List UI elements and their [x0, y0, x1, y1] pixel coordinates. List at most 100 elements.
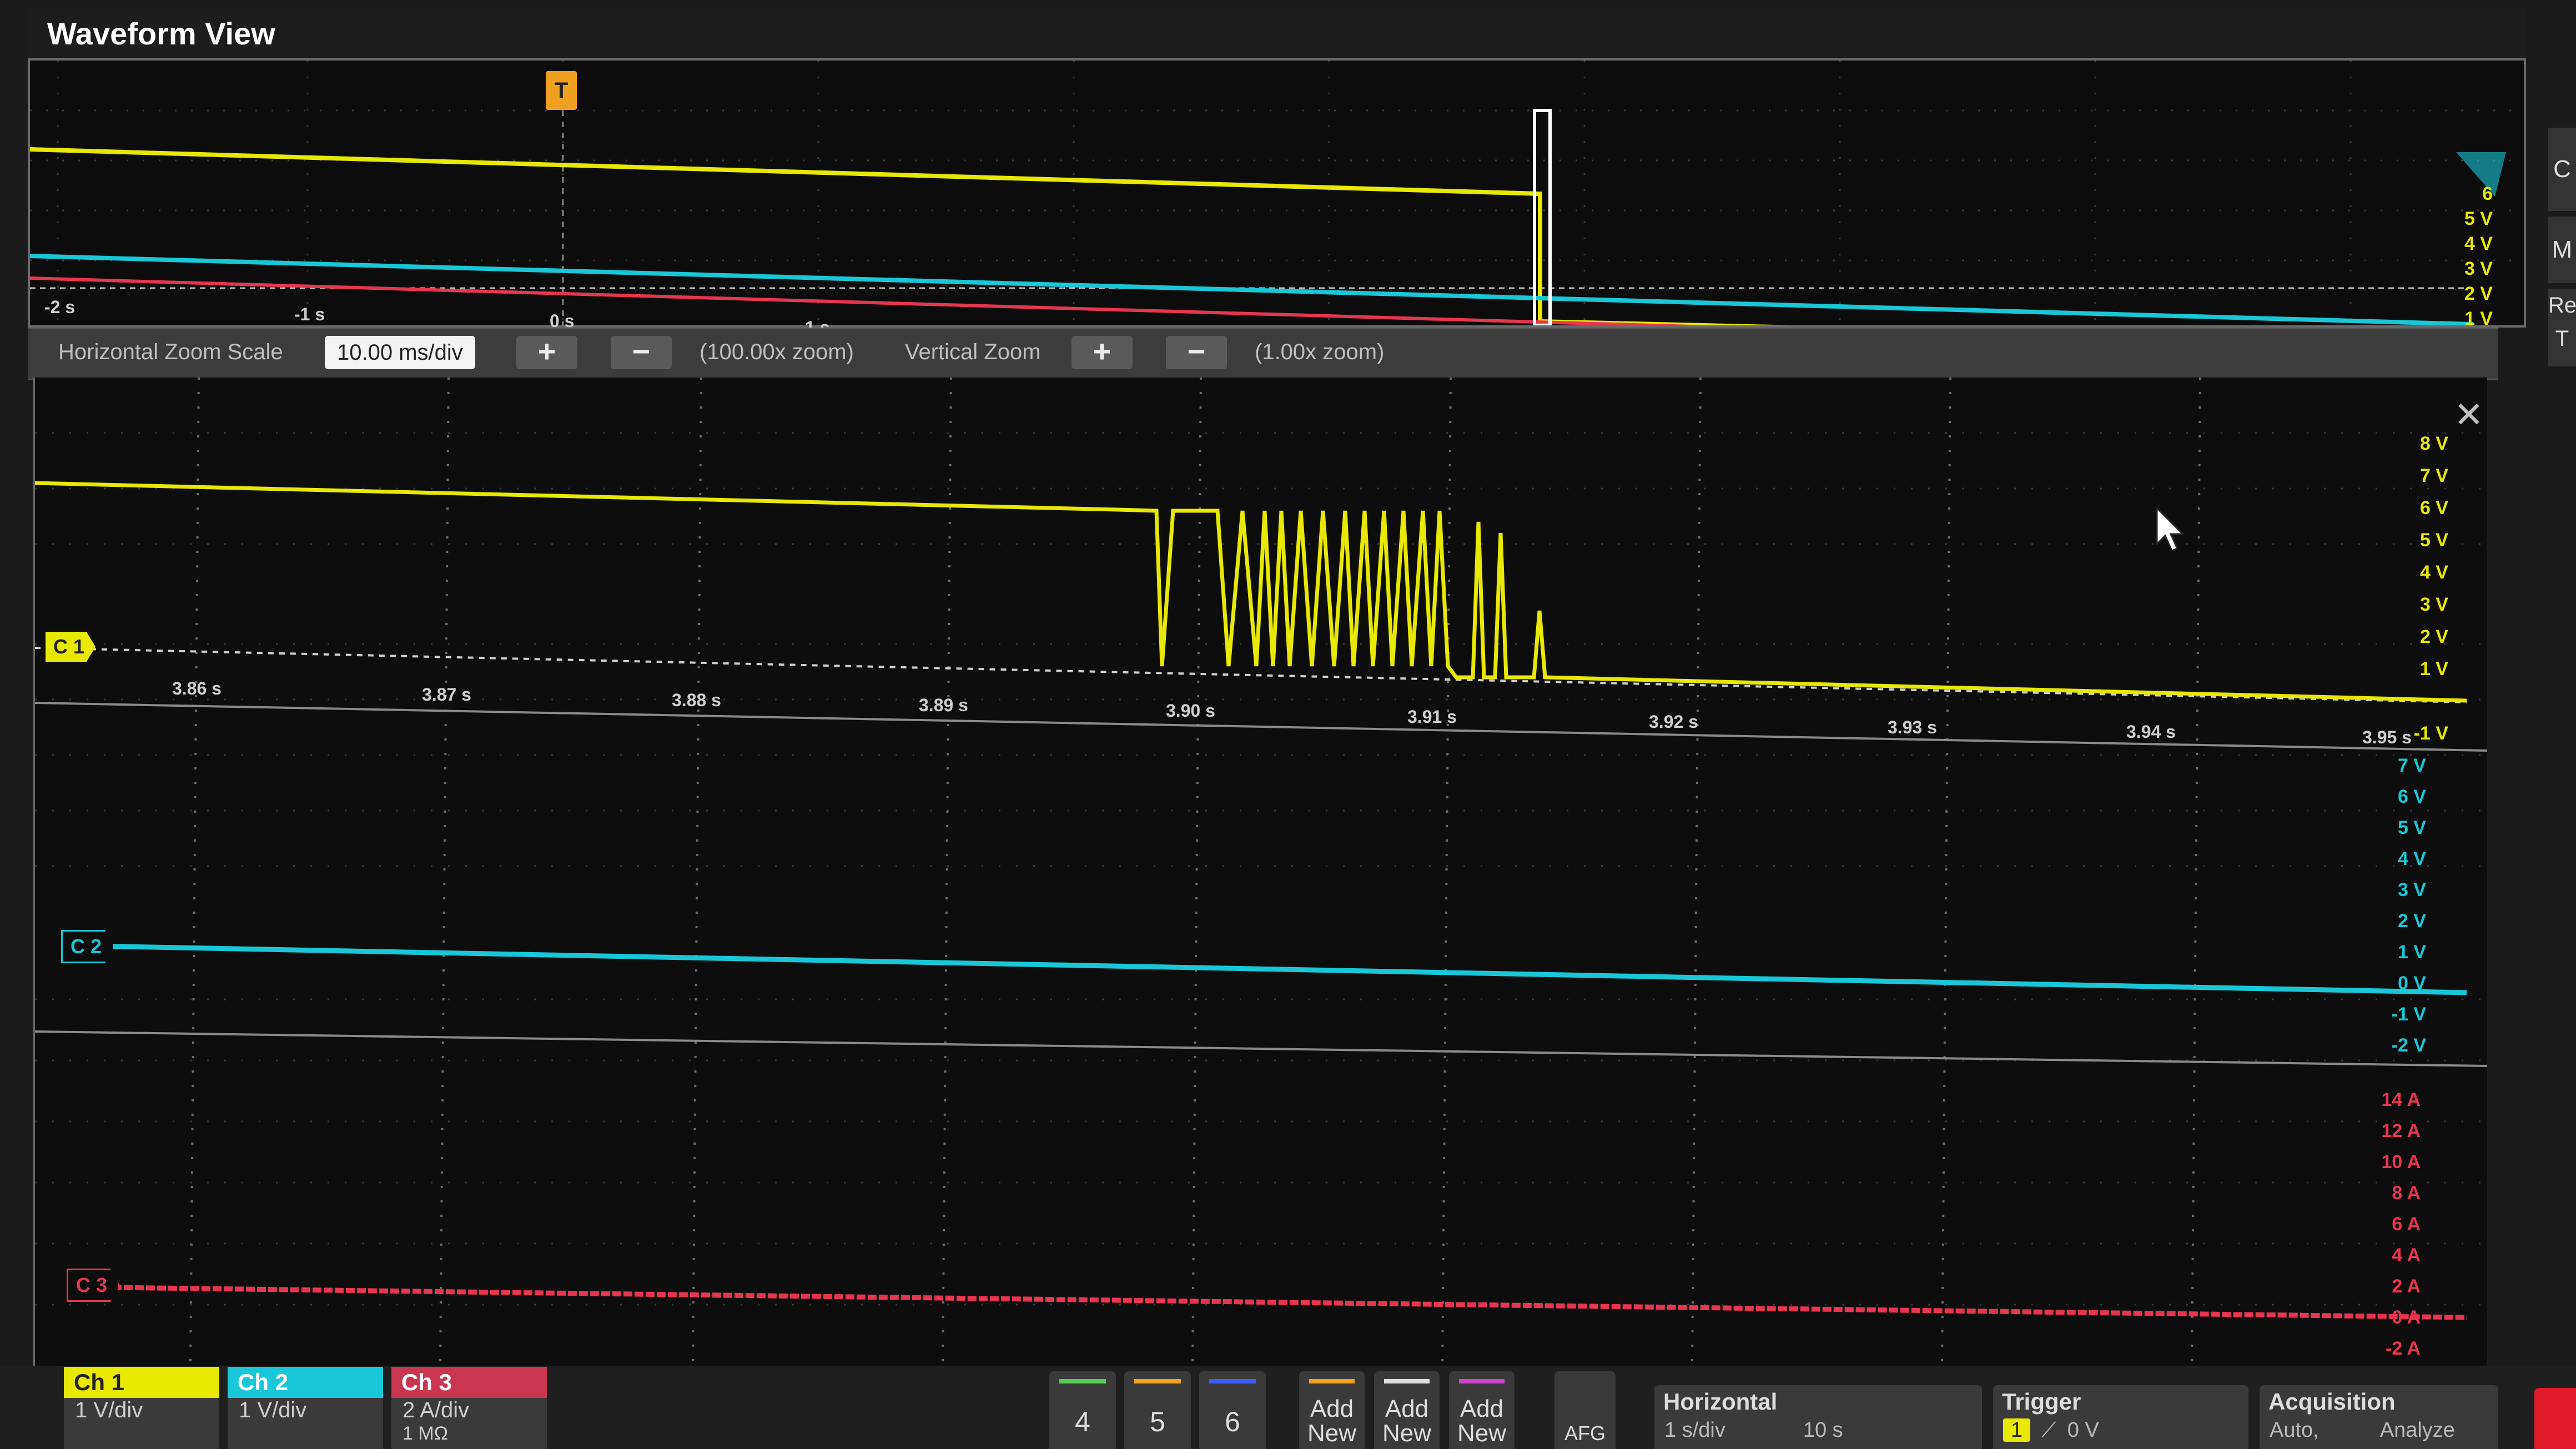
ch2-volt-label: 0 V — [2397, 973, 2426, 994]
zoom-time-label: 3.94 s — [2126, 722, 2176, 742]
side-tab[interactable]: Re T — [2548, 289, 2576, 366]
ch1-volt-label: 1 V — [2419, 658, 2448, 680]
ch2-volt-label: 5 V — [2397, 817, 2426, 838]
overview-volt-label: 5 V — [2464, 208, 2493, 229]
ch1-badge-title: Ch 1 — [64, 1367, 219, 1398]
add-ref-stripe — [1384, 1379, 1430, 1383]
overview-time-label: -1 s — [294, 304, 325, 324]
channel-6-label: 6 — [1225, 1406, 1240, 1437]
ch3-amp-label: 8 A — [2392, 1183, 2421, 1204]
acquisition-title: Acquisition — [2268, 1388, 2396, 1415]
horizontal-settings-badge[interactable]: Horizontal 1 s/div 10 s — [1654, 1385, 1982, 1449]
trigger-settings-badge[interactable]: Trigger 1 ⟋ 0 V — [1993, 1385, 2248, 1449]
zoom-time-label: 3.89 s — [919, 695, 968, 715]
ch3-badge[interactable]: Ch 3 2 A/div 1 MΩ — [391, 1367, 547, 1449]
v-zoom-factor: (1.00x zoom) — [1255, 340, 1385, 364]
ch3-amp-label: 14 A — [2381, 1089, 2421, 1110]
ch3-badge-scale: 2 A/div — [402, 1398, 470, 1422]
overview-volt-label: 3 V — [2464, 258, 2493, 279]
v-zoom-out-button[interactable]: − — [1166, 336, 1227, 369]
title-bar — [28, 8, 2526, 59]
channel-5-label: 5 — [1150, 1406, 1165, 1437]
overview-grid — [29, 61, 2524, 351]
h-zoom-in-button[interactable]: + — [516, 336, 577, 369]
h-zoom-scale-field[interactable]: 10.00 ms/div — [325, 336, 475, 369]
zoom-ch3-trace — [68, 1284, 2467, 1320]
ch3-amp-label: -2 A — [2386, 1338, 2421, 1359]
channel-5-button[interactable]: 5 — [1124, 1371, 1191, 1449]
side-tab[interactable]: C — [2548, 128, 2576, 211]
ch1-offset-marker[interactable]: C 1 — [46, 632, 96, 662]
ch3-badge-title: Ch 3 — [391, 1367, 547, 1398]
ch2-volt-label: 1 V — [2397, 942, 2426, 963]
overview-ch1-trace — [29, 147, 2473, 346]
v-zoom-in-button[interactable]: + — [1071, 336, 1133, 369]
h-zoom-factor: (100.00x zoom) — [700, 340, 854, 364]
ch2-volt-label: -1 V — [2391, 1004, 2426, 1025]
zoom-time-label: 3.90 s — [1166, 701, 1215, 721]
ch1-badge[interactable]: Ch 1 1 V/div — [64, 1367, 219, 1449]
ch1-volt-label: 3 V — [2419, 594, 2448, 615]
overview-volt-label: 1 V — [2464, 308, 2493, 329]
add-new-ref-button[interactable]: Add New — [1374, 1371, 1440, 1449]
window-title: Waveform View — [47, 16, 275, 51]
channel-4-button[interactable]: 4 — [1049, 1371, 1116, 1449]
ch4-color-stripe — [1059, 1379, 1106, 1383]
ch2-ch3-separator — [34, 1030, 2488, 1067]
add-math-stripe — [1309, 1379, 1355, 1383]
overview-volt-label: 4 V — [2464, 233, 2493, 254]
add-new-label: Add New — [1382, 1395, 1432, 1447]
zoomed-waveform-pane[interactable] — [33, 377, 2488, 1366]
acquisition-settings-badge[interactable]: Acquisition Auto, Analyze — [2260, 1385, 2498, 1449]
channel-6-button[interactable]: 6 — [1199, 1371, 1266, 1449]
ch1-volt-label: 2 V — [2419, 626, 2448, 647]
ch2-offset-marker[interactable]: C 2 — [61, 930, 115, 963]
ch2-volt-label: 2 V — [2397, 910, 2426, 932]
zoom-grid — [34, 377, 2488, 1366]
overview-volt-label: 6 — [2482, 183, 2493, 204]
ch2-badge[interactable]: Ch 2 1 V/div — [228, 1367, 383, 1449]
zoom-time-label: 3.93 s — [1888, 717, 1937, 737]
zoom-time-label: 3.86 s — [172, 678, 222, 698]
ch2-volt-label: 6 V — [2397, 786, 2426, 807]
zoom-ch2-trace — [68, 943, 2467, 995]
ch1-volt-label: 5 V — [2419, 530, 2448, 551]
ch2-volt-label: 4 V — [2397, 848, 2426, 869]
add-new-bus-button[interactable]: Add New — [1449, 1371, 1515, 1449]
ch6-color-stripe — [1209, 1379, 1256, 1383]
afg-button[interactable]: AFG — [1554, 1371, 1616, 1449]
ch1-badge-scale: 1 V/div — [75, 1398, 143, 1422]
ch2-badge-scale: 1 V/div — [239, 1398, 307, 1422]
ch3-amp-label: 0 A — [2392, 1307, 2421, 1328]
overview-volt-label: 2 V — [2464, 283, 2493, 304]
ch3-amp-label: 6 A — [2392, 1214, 2421, 1235]
acquisition-mode: Auto, — [2270, 1418, 2319, 1442]
close-zoom-button[interactable]: ✕ — [2454, 394, 2484, 436]
add-bus-stripe — [1459, 1379, 1505, 1383]
overview-ch3-trace — [29, 276, 2473, 351]
add-new-math-button[interactable]: Add New — [1299, 1371, 1365, 1449]
ch2-badge-title: Ch 2 — [228, 1367, 383, 1398]
run-stop-button[interactable] — [2534, 1388, 2576, 1449]
horizontal-scale: 1 s/div — [1664, 1418, 1725, 1442]
ch2-volt-label: 3 V — [2397, 879, 2426, 900]
add-new-label: Add New — [1307, 1395, 1357, 1447]
side-tab[interactable]: M — [2548, 217, 2576, 283]
add-new-label: Add New — [1457, 1395, 1507, 1447]
rising-edge-icon: ⟋ — [2041, 1418, 2056, 1442]
horizontal-record-length: 10 s — [1803, 1418, 1843, 1442]
zoom-time-label: 3.87 s — [422, 685, 471, 705]
mouse-pointer-icon — [2156, 506, 2185, 552]
ch1-volt-label: 4 V — [2419, 562, 2448, 583]
channel-4-label: 4 — [1075, 1406, 1090, 1437]
h-zoom-out-button[interactable]: − — [611, 336, 672, 369]
overview-waveform-pane[interactable] — [28, 58, 2526, 351]
ch3-offset-marker[interactable]: C 3 — [67, 1269, 120, 1302]
trigger-position-icon[interactable]: T — [546, 71, 577, 110]
ch1-ground-line — [34, 647, 2467, 703]
ch1-ch2-separator — [34, 702, 2488, 752]
overview-time-label: -2 s — [44, 297, 76, 317]
zoom-toolbar: Horizontal Zoom Scale 10.00 ms/div + − (… — [28, 328, 2498, 380]
ch1-volt-label: 6 V — [2419, 497, 2448, 519]
zoom-time-label: 3.88 s — [672, 690, 721, 710]
